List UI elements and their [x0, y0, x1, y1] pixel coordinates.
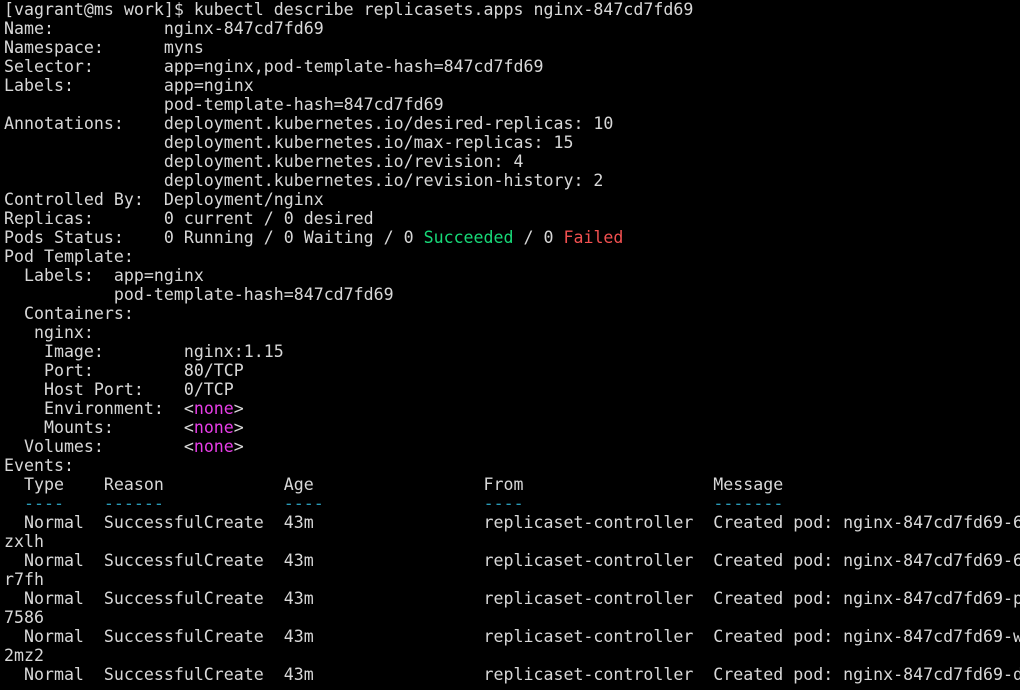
terminal-line: zxlh [4, 532, 1020, 551]
terminal-line: Pods Status: 0 Running / 0 Waiting / 0 S… [4, 228, 1020, 247]
terminal-line: Replicas: 0 current / 0 desired [4, 209, 1020, 228]
terminal-line: Pod Template: [4, 247, 1020, 266]
terminal-text: > [233, 399, 244, 418]
terminal-line: pod-template-hash=847cd7fd69 [4, 285, 1020, 304]
terminal-line: r7fh [4, 570, 1020, 589]
terminal-text: Selector: app=nginx,pod-template-hash=84… [4, 57, 544, 76]
terminal-line: Volumes: <none> [4, 437, 1020, 456]
terminal-text: Environment: < [4, 399, 194, 418]
terminal-text: Annotations: deployment.kubernetes.io/de… [4, 114, 614, 133]
terminal-text: Controlled By: Deployment/nginx [4, 190, 324, 209]
terminal-text: 2mz2 [4, 646, 44, 665]
terminal-text: Containers: [4, 304, 134, 323]
terminal-text: Replicas: 0 current / 0 desired [4, 209, 374, 228]
terminal-text: 7586 [4, 608, 44, 627]
terminal-text-cyan: ---- [483, 494, 524, 513]
terminal-line: pod-template-hash=847cd7fd69 [4, 95, 1020, 114]
terminal-text: pod-template-hash=847cd7fd69 [4, 95, 444, 114]
terminal-text: Labels: app=nginx [4, 76, 254, 95]
terminal-text: Volumes: < [4, 437, 194, 456]
terminal-text: [vagrant@ms work]$ kubectl describe repl… [4, 0, 694, 19]
terminal-text-magenta: none [193, 399, 234, 418]
terminal-line: Normal SuccessfulCreate 43m replicaset-c… [4, 589, 1020, 608]
terminal-text: Pods Status: 0 Running / 0 Waiting / 0 [4, 228, 424, 247]
terminal-text: Normal SuccessfulCreate 43m replicaset-c… [4, 513, 1020, 532]
terminal-text: Normal SuccessfulCreate 43m replicaset-c… [4, 627, 1020, 646]
terminal-text: Host Port: 0/TCP [4, 380, 234, 399]
terminal-text: Events: [4, 456, 74, 475]
terminal-text: > [233, 418, 244, 437]
terminal-text: Pod Template: [4, 247, 134, 266]
terminal-line: Labels: app=nginx [4, 76, 1020, 95]
terminal-line: [vagrant@ms work]$ kubectl describe repl… [4, 0, 1020, 19]
terminal-line: deployment.kubernetes.io/revision-histor… [4, 171, 1020, 190]
terminal-output[interactable]: [vagrant@ms work]$ kubectl describe repl… [4, 0, 1020, 690]
terminal-line: Environment: <none> [4, 399, 1020, 418]
terminal-text-red: Failed [563, 228, 624, 247]
terminal-text: Normal SuccessfulCreate 43m replicaset-c… [4, 551, 1020, 570]
terminal-line: Normal SuccessfulCreate 43m replicaset-c… [4, 665, 1020, 684]
terminal-line: Containers: [4, 304, 1020, 323]
terminal-line: Type Reason Age From Message [4, 475, 1020, 494]
terminal-text-cyan: ---- [283, 494, 324, 513]
terminal-line: Port: 80/TCP [4, 361, 1020, 380]
terminal-line: Normal SuccessfulCreate 43m replicaset-c… [4, 627, 1020, 646]
terminal-line: Events: [4, 456, 1020, 475]
terminal-text: Port: 80/TCP [4, 361, 244, 380]
terminal-text-green: Succeeded [423, 228, 514, 247]
terminal-line: 2mz2 [4, 646, 1020, 665]
terminal-text-cyan: ---- [23, 494, 64, 513]
terminal-text: Normal SuccessfulCreate 43m replicaset-c… [4, 665, 1020, 684]
terminal-line: Mounts: <none> [4, 418, 1020, 437]
terminal-text: Mounts: < [4, 418, 194, 437]
terminal-text: deployment.kubernetes.io/max-replicas: 1… [4, 133, 574, 152]
terminal-text: Namespace: myns [4, 38, 204, 57]
terminal-line: Annotations: deployment.kubernetes.io/de… [4, 114, 1020, 133]
terminal-text: pod-template-hash=847cd7fd69 [4, 285, 394, 304]
terminal-line: Image: nginx:1.15 [4, 342, 1020, 361]
terminal-line: deployment.kubernetes.io/revision: 4 [4, 152, 1020, 171]
terminal-text: Image: nginx:1.15 [4, 342, 284, 361]
terminal-text: Labels: app=nginx [4, 266, 204, 285]
terminal-text: nginx: [4, 323, 94, 342]
terminal-line: Normal SuccessfulCreate 43m replicaset-c… [4, 551, 1020, 570]
terminal-line: nginx: [4, 323, 1020, 342]
terminal-line: Normal SuccessfulCreate 43m replicaset-c… [4, 513, 1020, 532]
terminal-text-magenta: none [193, 437, 234, 456]
terminal-text: Normal SuccessfulCreate 43m replicaset-c… [4, 589, 1020, 608]
terminal-line: ---- ------ ---- ---- ------- [4, 494, 1020, 513]
terminal-text: r7fh [4, 570, 44, 589]
terminal-text: Name: nginx-847cd7fd69 [4, 19, 324, 38]
terminal-line: deployment.kubernetes.io/max-replicas: 1… [4, 133, 1020, 152]
terminal-line: Namespace: myns [4, 38, 1020, 57]
terminal-text: deployment.kubernetes.io/revision-histor… [4, 171, 604, 190]
terminal-line: Labels: app=nginx [4, 266, 1020, 285]
terminal-text: deployment.kubernetes.io/revision: 4 [4, 152, 524, 171]
terminal-line: Selector: app=nginx,pod-template-hash=84… [4, 57, 1020, 76]
terminal-text: / 0 [513, 228, 564, 247]
terminal-text-cyan: ------- [713, 494, 784, 513]
terminal-text: > [233, 437, 244, 456]
terminal-text-cyan: ------ [103, 494, 164, 513]
terminal-line: Name: nginx-847cd7fd69 [4, 19, 1020, 38]
terminal-line: Controlled By: Deployment/nginx [4, 190, 1020, 209]
terminal-text: Type Reason Age From Message [4, 475, 784, 494]
terminal-text: zxlh [4, 532, 44, 551]
terminal-line: 7586 [4, 608, 1020, 627]
terminal-line: Host Port: 0/TCP [4, 380, 1020, 399]
terminal-text-magenta: none [193, 418, 234, 437]
